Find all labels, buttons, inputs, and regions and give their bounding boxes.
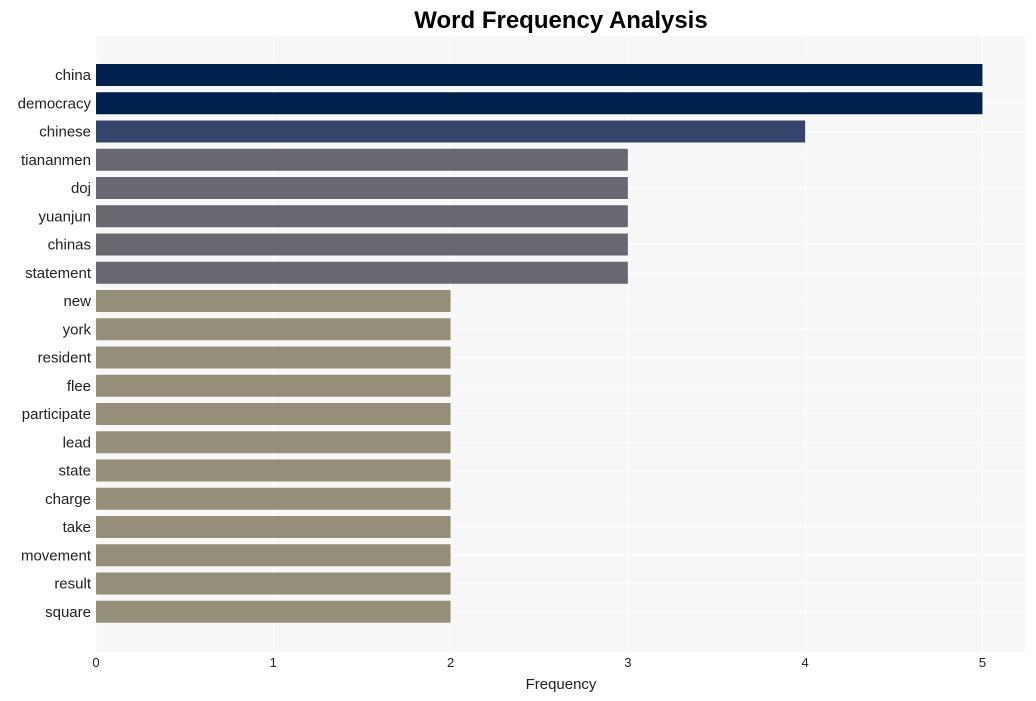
x-tick-label-0: 0 — [92, 655, 99, 670]
y-label-movement: movement — [21, 547, 92, 564]
y-label-result: result — [54, 576, 92, 593]
bar-movement — [96, 544, 451, 567]
y-label-yuanjun: yuanjun — [38, 208, 91, 225]
y-label-state: state — [58, 463, 91, 480]
y-label-democracy: democracy — [18, 95, 92, 112]
x-tick-label-2: 2 — [447, 655, 454, 670]
y-label-doj: doj — [71, 180, 91, 197]
x-axis-label: Frequency — [526, 676, 597, 693]
bar-participate — [96, 403, 451, 425]
bar-chinas — [96, 233, 628, 256]
bar-york — [96, 318, 451, 341]
bar-chinese — [96, 120, 806, 143]
x-tick-label-4: 4 — [802, 655, 809, 670]
bar-china — [96, 64, 983, 86]
bar-flee — [96, 374, 451, 397]
bar-doj — [96, 177, 628, 199]
word-frequency-chart: Word Frequency Analysis chinademocracych… — [18, 7, 1025, 693]
y-label-resident: resident — [38, 350, 92, 367]
y-label-participate: participate — [22, 406, 91, 423]
y-axis-labels: china democracy chinese tiananmen doj yuanjun… — [18, 67, 92, 621]
x-tick-label-1: 1 — [270, 655, 277, 670]
x-tick-label-5: 5 — [979, 655, 986, 670]
y-label-new: new — [63, 293, 91, 310]
bar-tiananmen — [96, 148, 628, 171]
x-axis-ticks: 0 1 2 3 4 5 — [92, 655, 986, 670]
y-label-charge: charge — [45, 491, 91, 508]
bar-take — [96, 516, 451, 538]
bar-state — [96, 459, 451, 482]
bar-yuanjun — [96, 205, 628, 228]
y-label-square: square — [45, 604, 91, 621]
y-label-lead: lead — [63, 434, 91, 451]
y-label-statement: statement — [25, 265, 92, 282]
y-label-china: china — [55, 67, 92, 84]
y-label-chinas: chinas — [48, 237, 91, 254]
y-label-flee: flee — [67, 378, 91, 395]
bar-lead — [96, 431, 451, 454]
bar-square — [96, 600, 451, 623]
y-label-york: york — [63, 321, 92, 338]
bar-democracy — [96, 92, 983, 115]
bar-resident — [96, 346, 451, 369]
y-label-take: take — [63, 519, 91, 536]
chart-title: Word Frequency Analysis — [414, 7, 707, 34]
bar-new — [96, 290, 451, 312]
y-label-tiananmen: tiananmen — [21, 152, 91, 169]
x-tick-label-3: 3 — [624, 655, 631, 670]
bar-charge — [96, 487, 451, 510]
bar-statement — [96, 261, 628, 284]
y-label-chinese: chinese — [39, 124, 91, 141]
bar-result — [96, 572, 451, 595]
